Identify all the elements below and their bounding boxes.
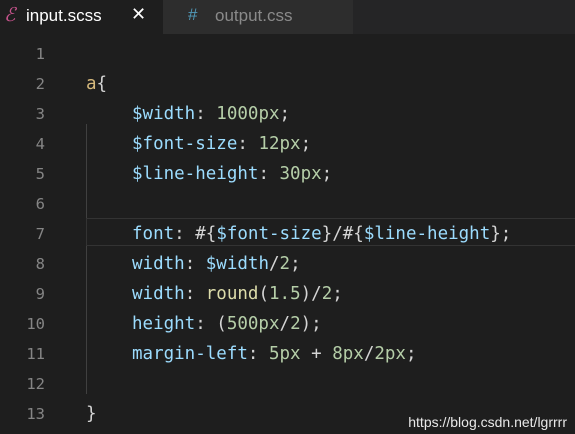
code-token: ; bbox=[290, 254, 301, 274]
code-token: width bbox=[132, 254, 185, 274]
code-token: 2px bbox=[374, 344, 406, 364]
code-token: $line-height bbox=[132, 164, 259, 184]
line-number: 12 bbox=[26, 375, 45, 393]
watermark: https://blog.csdn.net/lgrrrr bbox=[408, 414, 567, 430]
code-token: : bbox=[195, 104, 217, 124]
code-token: font bbox=[132, 224, 175, 244]
close-icon[interactable]: ✕ bbox=[131, 4, 146, 25]
code-text: height: (500px/2); bbox=[132, 309, 322, 339]
code-token: ; bbox=[405, 344, 417, 364]
line-number: 1 bbox=[35, 45, 45, 63]
code-token: : bbox=[184, 284, 206, 304]
code-token: } bbox=[86, 404, 97, 424]
code-line: 7 font: #{$font-size}/#{$line-height}; bbox=[0, 219, 575, 249]
code-line: 4 $font-size: 12px; bbox=[0, 129, 575, 159]
code-token: ); bbox=[300, 314, 322, 334]
code-token: 1000px bbox=[216, 104, 280, 124]
code-token: / bbox=[268, 254, 280, 274]
code-token: ; bbox=[300, 134, 312, 154]
code-line: 1 bbox=[0, 39, 575, 69]
code-token: margin-left bbox=[132, 344, 248, 364]
code-token: 2 bbox=[279, 254, 291, 274]
code-text: width: $width/2; bbox=[132, 249, 301, 279]
code-token: 1.5 bbox=[269, 284, 301, 304]
code-token: )/ bbox=[300, 284, 322, 304]
code-token: 2 bbox=[290, 314, 301, 334]
code-token: 12px bbox=[258, 134, 301, 154]
code-token: + bbox=[300, 344, 333, 364]
code-token: ( bbox=[258, 284, 269, 304]
line-number: 10 bbox=[26, 315, 45, 333]
code-text: font: #{$font-size}/#{$line-height}; bbox=[132, 219, 511, 249]
code-token: 5px bbox=[268, 344, 301, 364]
code-token: $font-size bbox=[132, 134, 238, 154]
code-line: 11 margin-left: 5px + 8px/2px; bbox=[0, 339, 575, 369]
code-line: 9 width: round(1.5)/2; bbox=[0, 279, 575, 309]
line-number: 6 bbox=[35, 195, 45, 213]
code-token: : bbox=[237, 134, 259, 154]
code-line: 5 $line-height: 30px; bbox=[0, 159, 575, 189]
code-text: $width: 1000px; bbox=[132, 99, 290, 129]
code-text: $font-size: 12px; bbox=[132, 129, 311, 159]
code-token: { bbox=[96, 74, 108, 94]
hash-icon: # bbox=[188, 5, 198, 24]
code-text: $line-height: 30px; bbox=[132, 159, 332, 189]
code-line: 12 bbox=[0, 369, 575, 399]
code-token: : ( bbox=[195, 314, 227, 334]
line-number: 9 bbox=[35, 285, 45, 303]
code-token: / bbox=[279, 314, 291, 334]
tab-output-css[interactable]: # output.css bbox=[163, 0, 353, 34]
code-token: 8px bbox=[332, 344, 364, 364]
code-line: 3 $width: 1000px; bbox=[0, 99, 575, 129]
tab-bar: ℰ input.scss ✕ # output.css bbox=[0, 0, 575, 34]
code-editor[interactable]: 1 2 a{3 $width: 1000px; 4 $font-size: 12px; 5 $… bbox=[0, 34, 575, 434]
line-number: 4 bbox=[35, 135, 45, 153]
code-token: }; bbox=[490, 224, 512, 244]
line-number: 7 bbox=[35, 225, 45, 243]
code-line: 10 height: (500px/2); bbox=[0, 309, 575, 339]
line-number: 11 bbox=[26, 345, 45, 363]
code-token: a bbox=[86, 74, 97, 94]
code-token: : bbox=[247, 344, 269, 364]
code-token: height bbox=[132, 314, 196, 334]
code-text: width: round(1.5)/2; bbox=[132, 279, 343, 309]
code-token: ; bbox=[279, 104, 291, 124]
line-number: 5 bbox=[35, 165, 45, 183]
code-token: round bbox=[205, 284, 259, 304]
code-line: 8 width: $width/2; bbox=[0, 249, 575, 279]
sass-icon: ℰ bbox=[4, 4, 16, 26]
code-token: $width bbox=[132, 104, 196, 124]
line-number: 8 bbox=[35, 255, 45, 273]
code-token: width bbox=[132, 284, 185, 304]
line-number: 3 bbox=[35, 105, 45, 123]
line-number: 2 bbox=[35, 75, 45, 93]
code-token: 500px bbox=[226, 314, 280, 334]
code-text: } bbox=[86, 399, 97, 429]
code-token: $line-height bbox=[363, 224, 491, 244]
code-token: : bbox=[258, 164, 280, 184]
code-token: : #{ bbox=[174, 224, 217, 244]
code-token: 30px bbox=[279, 164, 322, 184]
tab-input-scss[interactable]: ℰ input.scss ✕ bbox=[0, 0, 163, 34]
code-text: margin-left: 5px + 8px/2px; bbox=[132, 339, 417, 369]
code-token: ; bbox=[332, 284, 343, 304]
code-line: 6 bbox=[0, 189, 575, 219]
tab-label: input.scss bbox=[26, 6, 102, 25]
code-token: }/#{ bbox=[321, 224, 364, 244]
code-line: 2 a{ bbox=[0, 69, 575, 99]
code-token: ; bbox=[321, 164, 333, 184]
line-number: 13 bbox=[26, 405, 45, 423]
code-token: $width bbox=[205, 254, 269, 274]
code-token: / bbox=[363, 344, 375, 364]
code-token: 2 bbox=[321, 284, 333, 304]
code-token: : bbox=[184, 254, 206, 274]
code-token: $font-size bbox=[216, 224, 322, 244]
code-text: a{ bbox=[86, 69, 107, 99]
tab-label: output.css bbox=[215, 6, 293, 25]
